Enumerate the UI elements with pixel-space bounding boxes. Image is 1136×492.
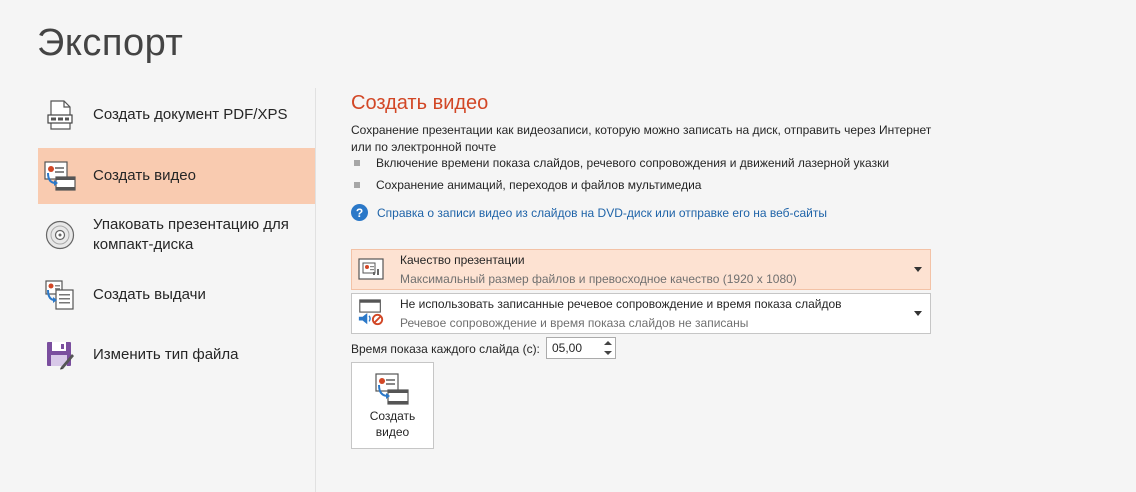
feature-bullet: Сохранение анимаций, переходов и файлов … (354, 178, 701, 192)
nav-item-package-cd[interactable]: Упаковать презентацию для компакт-диска (38, 207, 315, 263)
bullet-marker (354, 160, 360, 166)
nav-item-create-pdf-xps[interactable]: Создать документ PDF/XPS (38, 87, 315, 143)
bullet-text: Включение времени показа слайдов, речево… (376, 156, 890, 170)
no-narration-icon (357, 299, 385, 327)
bullet-text: Сохранение анимаций, переходов и файлов … (376, 178, 702, 192)
nav-item-change-file-type[interactable]: Изменить тип файла (38, 327, 315, 383)
page-title: Экспорт (37, 22, 184, 64)
dropdown-subtitle: Речевое сопровождение и время показа сла… (400, 316, 749, 330)
create-video-button[interactable]: Создать видео (351, 362, 434, 449)
nav-item-create-handouts[interactable]: Создать выдачи (38, 267, 315, 323)
narration-dropdown[interactable]: Не использовать записанные речевое сопро… (351, 293, 931, 334)
video-slide-icon (44, 160, 76, 192)
nav-item-label: Создать документ PDF/XPS (93, 106, 288, 123)
slide-time-label: Время показа каждого слайда (с): (351, 342, 540, 356)
dropdown-title: Качество презентации (400, 253, 525, 267)
spin-up-icon[interactable] (601, 338, 615, 348)
handouts-icon (44, 279, 76, 311)
stepper-buttons (601, 338, 615, 358)
nav-item-label: Изменить тип файла (93, 346, 239, 363)
dropdown-title: Не использовать записанные речевое сопро… (400, 297, 842, 311)
cd-disc-icon (44, 219, 76, 251)
help-icon: ? (351, 204, 368, 221)
pdf-document-icon (44, 99, 76, 131)
nav-item-label: Упаковать презентацию для компакт-диска (93, 216, 289, 253)
save-as-icon (44, 339, 76, 371)
section-title: Создать видео (351, 92, 489, 114)
dropdown-subtitle: Максимальный размер файлов и превосходно… (400, 272, 797, 286)
section-description: Сохранение презентации как видеозаписи, … (351, 123, 932, 154)
quality-dropdown[interactable]: Качество презентации Максимальный размер… (351, 249, 931, 290)
create-video-button-label: Создать видео (369, 409, 416, 439)
slide-time-stepper[interactable] (546, 337, 616, 359)
help-link-text[interactable]: Справка о записи видео из слайдов на DVD… (377, 206, 827, 220)
feature-bullet: Включение времени показа слайдов, речево… (354, 156, 889, 170)
nav-item-label: Создать выдачи (93, 286, 206, 303)
pane-divider (315, 88, 316, 492)
chevron-down-icon (914, 267, 922, 272)
bullet-marker (354, 182, 360, 188)
create-video-panel: Создать видео Сохранение презентации как… (351, 88, 1136, 492)
video-slide-icon (375, 373, 409, 405)
help-link-video[interactable]: ? Справка о записи видео из слайдов на D… (351, 204, 827, 221)
slide-time-input[interactable] (547, 338, 599, 358)
spin-down-icon[interactable] (601, 348, 615, 358)
nav-item-label: Создать видео (93, 167, 196, 184)
nav-item-create-video[interactable]: Создать видео (38, 148, 315, 204)
presentation-quality-icon (357, 255, 385, 283)
chevron-down-icon (914, 311, 922, 316)
